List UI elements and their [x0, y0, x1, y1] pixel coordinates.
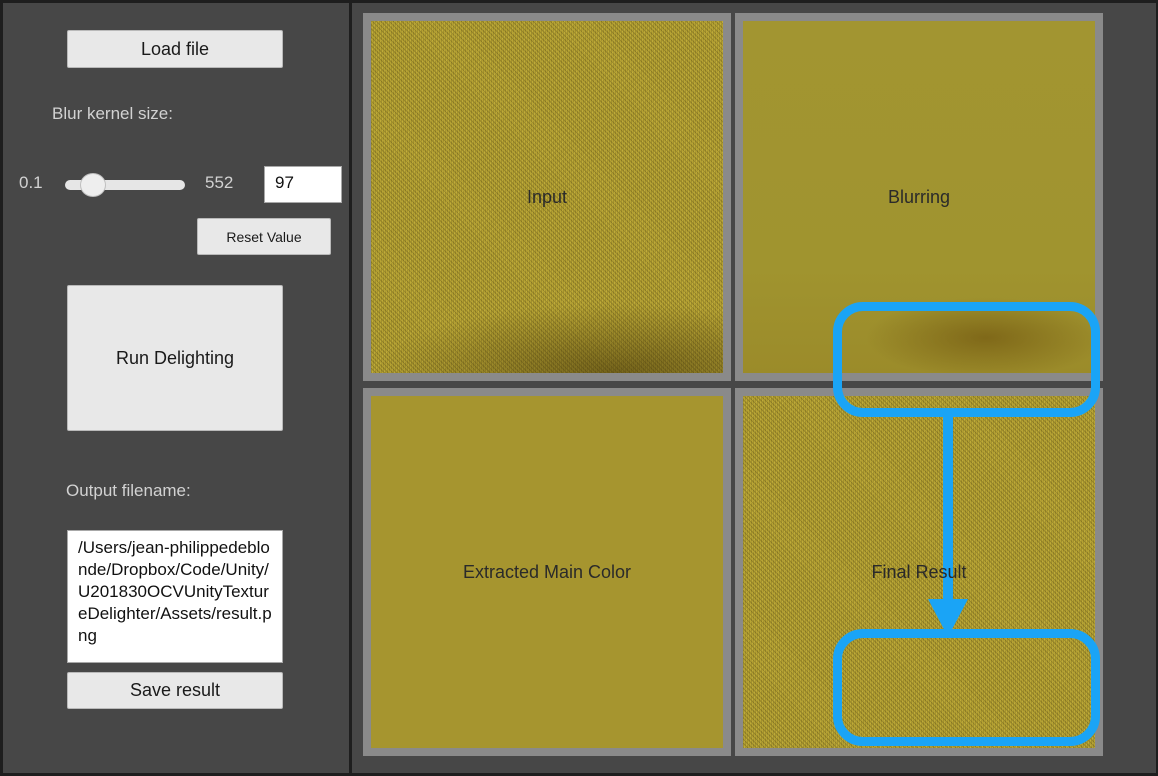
input-tile: Input	[363, 13, 731, 381]
blur-value-input[interactable]: 97	[264, 166, 342, 203]
blur-kernel-label: Blur kernel size:	[52, 104, 173, 123]
input-label: Input	[526, 186, 568, 207]
blurring-label: Blurring	[887, 186, 951, 207]
blur-slider-thumb[interactable]	[80, 173, 106, 197]
blurring-tile: Blurring	[735, 13, 1103, 381]
controls-panel: Load file Blur kernel size: 0.1 552 97 R…	[3, 3, 349, 773]
run-delighting-button[interactable]: Run Delighting	[67, 285, 283, 431]
final-result-tile: Final Result	[735, 388, 1103, 756]
extracted-color-label: Extracted Main Color	[462, 561, 632, 582]
output-filename-field[interactable]: /Users/jean-philippedeblonde/Dropbox/Cod…	[67, 530, 283, 663]
slider-min-label: 0.1	[19, 173, 43, 192]
reset-value-button[interactable]: Reset Value	[197, 218, 331, 255]
extracted-color-tile: Extracted Main Color	[363, 388, 731, 756]
output-filename-label: Output filename:	[66, 481, 191, 500]
load-file-button[interactable]: Load file	[67, 30, 283, 68]
slider-max-label: 552	[205, 173, 234, 192]
arrow-down-icon	[928, 417, 968, 637]
save-result-button[interactable]: Save result	[67, 672, 283, 709]
final-result-label: Final Result	[871, 561, 967, 582]
